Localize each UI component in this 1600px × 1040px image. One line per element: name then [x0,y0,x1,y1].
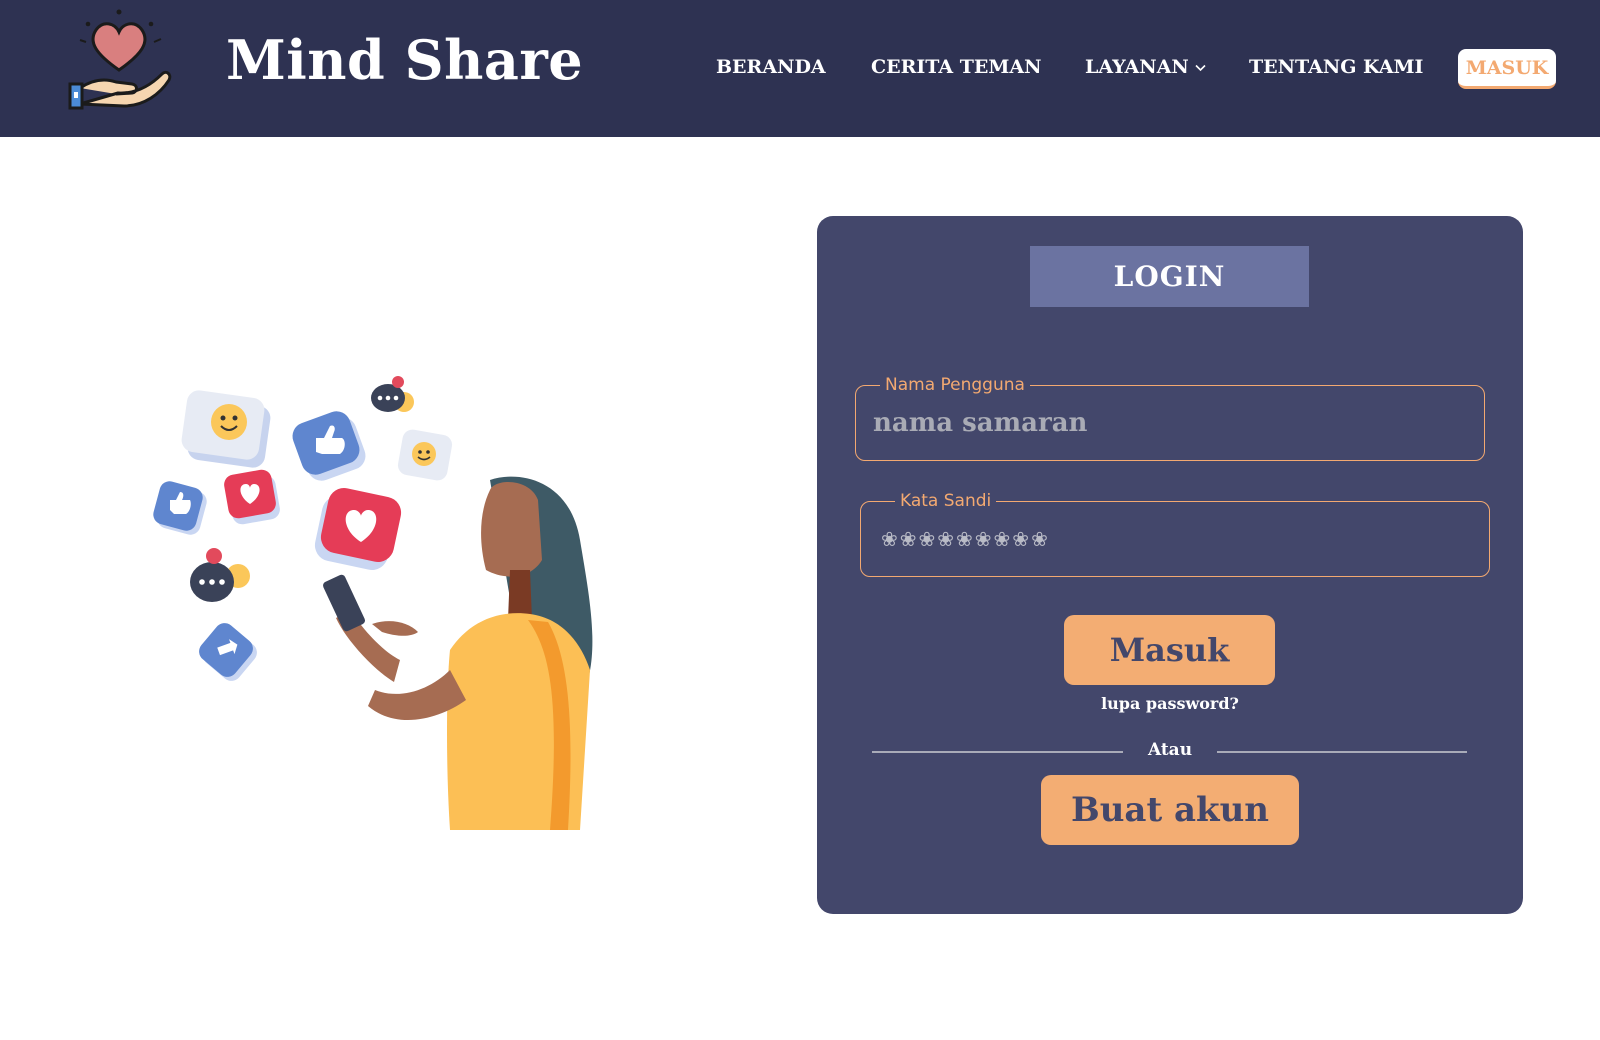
divider-line-right [1217,751,1467,753]
create-account-button[interactable]: Buat akun [1041,775,1299,845]
nav-layanan[interactable]: LAYANAN [1085,56,1206,78]
username-field: Nama Pengguna [855,373,1485,461]
nav-tentang-kami[interactable]: TENTANG KAMI [1249,56,1423,78]
forgot-password-link[interactable]: lupa password? [817,694,1523,713]
thumbs-up-icon [292,411,366,481]
navbar: Mind Share BERANDA CERITA TEMAN LAYANAN … [0,0,1600,137]
brand-name[interactable]: Mind Share [226,28,583,92]
nav-cerita-teman[interactable]: CERITA TEMAN [871,56,1042,78]
username-input[interactable] [856,386,1484,460]
password-input[interactable] [861,502,1489,576]
nav-layanan-label: LAYANAN [1085,56,1189,78]
nav-masuk-button[interactable]: MASUK [1458,49,1556,89]
heart-bubble-icon [314,488,402,570]
chat-bubble-icon [371,376,414,412]
smiley-bubble-icon [181,390,271,468]
nav-beranda[interactable]: BERANDA [716,56,826,78]
heart-bubble-icon [224,469,280,525]
divider-label: Atau [1147,740,1193,760]
chat-bubble-icon [190,548,250,602]
login-submit-button[interactable]: Masuk [1064,615,1275,685]
login-card: LOGIN Nama Pengguna Kata Sandi Masuk lup… [817,216,1523,914]
smiley-bubble-icon [397,429,453,481]
password-field: Kata Sandi [860,489,1490,577]
login-title: LOGIN [1030,246,1309,307]
social-media-illustration [153,376,593,830]
divider-line-left [872,751,1123,753]
chevron-down-icon [1195,64,1206,72]
thumbs-up-icon [153,481,207,535]
heart-hand-icon[interactable] [66,8,174,112]
repost-icon [199,623,257,681]
